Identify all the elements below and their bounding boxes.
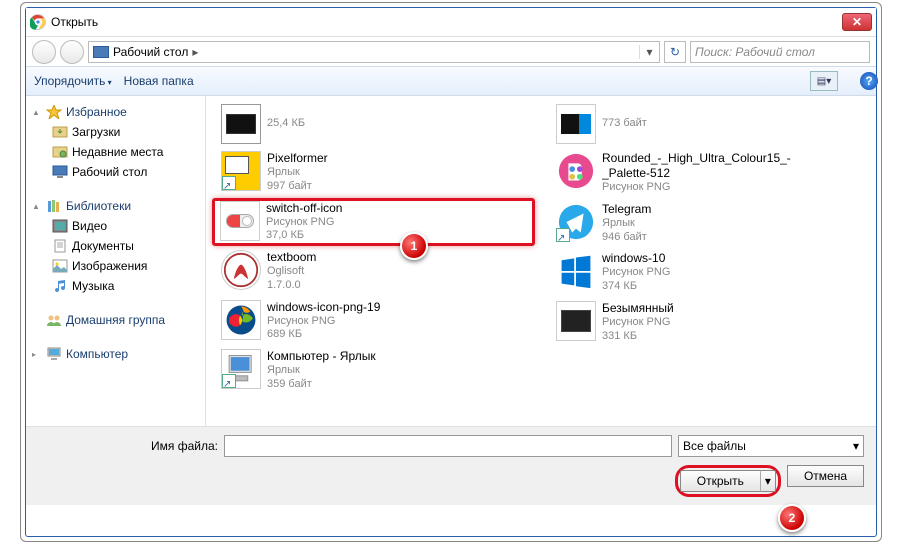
callout-1: 1: [400, 232, 428, 260]
file-item[interactable]: TelegramЯрлык946 байт: [547, 199, 870, 248]
sidebar-computer[interactable]: ▸Компьютер: [30, 344, 201, 364]
cancel-button[interactable]: Отмена: [787, 465, 864, 487]
file-item-selected[interactable]: switch-off-iconРисунок PNG37,0 КБ: [212, 198, 535, 247]
file-thumb: [556, 104, 596, 144]
file-item[interactable]: 25,4 КБ: [212, 101, 535, 147]
search-placeholder: Поиск: Рабочий стол: [695, 45, 815, 59]
images-icon: [52, 259, 68, 273]
file-thumb: [221, 300, 261, 340]
sidebar-item-video[interactable]: Видео: [30, 216, 201, 236]
desktop-icon: [52, 165, 68, 179]
video-icon: [52, 219, 68, 233]
window-title: Открыть: [51, 15, 842, 29]
open-button-highlight: Открыть ▾: [675, 465, 781, 497]
file-item[interactable]: windows-icon-png-19Рисунок PNG689 КБ: [212, 297, 535, 346]
file-thumb: [220, 201, 260, 241]
organize-button[interactable]: Упорядочить: [34, 74, 112, 88]
file-item[interactable]: Компьютер - ЯрлыкЯрлык359 байт: [212, 346, 535, 395]
chevron-right-icon: ▸: [192, 45, 198, 59]
sidebar-libraries[interactable]: ▲Библиотеки: [30, 196, 201, 216]
breadcrumb[interactable]: Рабочий стол ▸ ▾: [88, 41, 660, 63]
file-item[interactable]: БезымянныйРисунок PNG331 КБ: [547, 298, 870, 347]
file-thumb: [221, 349, 261, 389]
nav-row: Рабочий стол ▸ ▾ ↻ Поиск: Рабочий стол: [26, 36, 876, 66]
downloads-icon: [52, 125, 68, 139]
documents-icon: [52, 239, 68, 253]
close-icon: ✕: [852, 15, 862, 29]
file-pane: 25,4 КБ PixelformerЯрлык997 байт switch-…: [206, 96, 876, 426]
recent-icon: [52, 145, 68, 159]
main-area: ▲Избранное Загрузки Недавние места Рабоч…: [26, 96, 876, 426]
file-thumb: [221, 104, 261, 144]
file-thumb: [221, 250, 261, 290]
chevron-down-icon: ▾: [853, 439, 859, 453]
bottom-panel: Имя файла: Все файлы▾ Открыть ▾ Отмена: [26, 426, 876, 505]
close-button[interactable]: ✕: [842, 13, 872, 31]
sidebar-item-music[interactable]: Музыка: [30, 276, 201, 296]
computer-icon: [46, 347, 62, 361]
file-thumb: [556, 251, 596, 291]
new-folder-button[interactable]: Новая папка: [124, 74, 194, 88]
window-frame: Открыть ✕ Рабочий стол ▸ ▾ ↻ Поиск: Рабо…: [20, 2, 882, 542]
sidebar-item-documents[interactable]: Документы: [30, 236, 201, 256]
desktop-icon: [93, 46, 109, 58]
open-dropdown-button[interactable]: ▾: [760, 470, 776, 492]
file-item[interactable]: PixelformerЯрлык997 байт: [212, 148, 535, 197]
toolbar: Упорядочить Новая папка ▤▾ ?: [26, 66, 876, 96]
help-icon: ?: [865, 74, 872, 88]
refresh-button[interactable]: ↻: [664, 41, 686, 63]
filetype-select[interactable]: Все файлы▾: [678, 435, 864, 457]
view-mode-button[interactable]: ▤▾: [810, 71, 838, 91]
music-icon: [52, 279, 68, 293]
file-thumb: [556, 202, 596, 242]
file-thumb: [556, 301, 596, 341]
callout-2: 2: [778, 504, 806, 532]
sidebar-item-downloads[interactable]: Загрузки: [30, 122, 201, 142]
sidebar: ▲Избранное Загрузки Недавние места Рабоч…: [26, 96, 206, 426]
file-item[interactable]: 773 байт: [547, 101, 870, 147]
sidebar-favorites[interactable]: ▲Избранное: [30, 102, 201, 122]
chrome-icon: [30, 14, 46, 30]
refresh-icon: ↻: [670, 45, 680, 59]
breadcrumb-location: Рабочий стол: [113, 45, 188, 59]
file-thumb: [221, 151, 261, 191]
chevron-down-icon[interactable]: ▾: [639, 45, 655, 59]
filename-label: Имя файла:: [38, 439, 218, 453]
forward-button[interactable]: [60, 40, 84, 64]
file-item[interactable]: textboomOglisoft1.7.0.0: [212, 247, 535, 296]
file-item[interactable]: windows-10Рисунок PNG374 КБ: [547, 248, 870, 297]
file-thumb: [556, 151, 596, 191]
sidebar-item-desktop[interactable]: Рабочий стол: [30, 162, 201, 182]
titlebar: Открыть ✕: [26, 8, 876, 36]
file-item[interactable]: Rounded_-_High_Ultra_Colour15_-_Palette-…: [547, 148, 870, 198]
star-icon: [46, 105, 62, 119]
sidebar-item-recent[interactable]: Недавние места: [30, 142, 201, 162]
help-button[interactable]: ?: [860, 72, 878, 90]
back-button[interactable]: [32, 40, 56, 64]
search-input[interactable]: Поиск: Рабочий стол: [690, 41, 870, 63]
filename-input[interactable]: [224, 435, 672, 457]
window-inner: Открыть ✕ Рабочий стол ▸ ▾ ↻ Поиск: Рабо…: [25, 7, 877, 537]
homegroup-icon: [46, 313, 62, 327]
sidebar-item-images[interactable]: Изображения: [30, 256, 201, 276]
open-button[interactable]: Открыть: [680, 470, 760, 492]
sidebar-homegroup[interactable]: ▸Домашняя группа: [30, 310, 201, 330]
libraries-icon: [46, 199, 62, 213]
